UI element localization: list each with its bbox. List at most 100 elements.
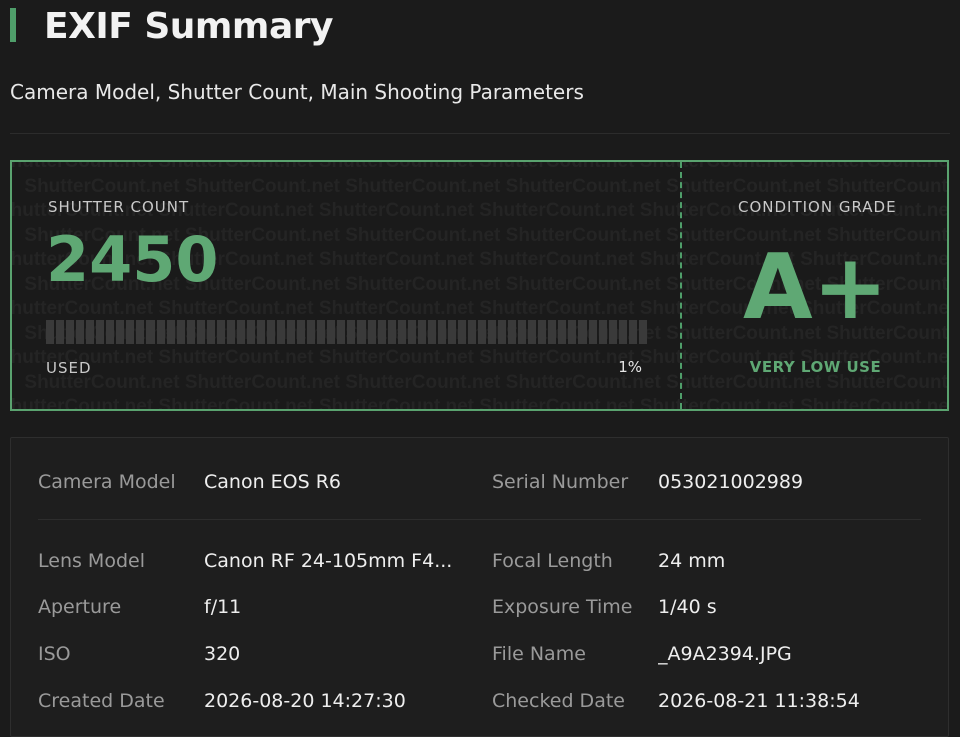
usage-tick bbox=[387, 320, 396, 344]
shutter-count-label: SHUTTER COUNT bbox=[48, 198, 190, 216]
usage-tick bbox=[367, 320, 376, 344]
detail-value: 2026-08-21 11:38:54 bbox=[658, 690, 860, 712]
detail-key: File Name bbox=[492, 643, 586, 665]
usage-tick bbox=[618, 320, 627, 344]
detail-value: Canon EOS R6 bbox=[204, 471, 342, 493]
usage-tick bbox=[256, 320, 266, 344]
usage-tick bbox=[518, 320, 527, 344]
detail-key: Lens Model bbox=[38, 550, 145, 572]
usage-tick bbox=[548, 320, 557, 344]
shutter-count-value: 2450 bbox=[46, 223, 219, 296]
usage-tick bbox=[106, 320, 115, 344]
usage-tick bbox=[186, 320, 195, 344]
usage-tick bbox=[578, 320, 587, 344]
detail-key: Exposure Time bbox=[492, 596, 633, 618]
detail-value: _A9A2394.JPG bbox=[658, 643, 792, 665]
usage-tick bbox=[598, 320, 607, 344]
detail-value: 320 bbox=[204, 643, 241, 665]
usage-tick bbox=[478, 320, 487, 344]
detail-value: 053021002989 bbox=[658, 471, 804, 493]
detail-key: Checked Date bbox=[492, 690, 625, 712]
usage-tick bbox=[307, 320, 316, 344]
usage-tick bbox=[608, 320, 617, 344]
detail-row: Lens Model Canon RF 24-105mm F4... Focal… bbox=[11, 546, 948, 576]
detail-value: Canon RF 24-105mm F4... bbox=[204, 550, 453, 572]
usage-tick bbox=[347, 320, 356, 344]
usage-tick bbox=[156, 320, 165, 344]
details-card: Camera Model Canon EOS R6 Serial Number … bbox=[10, 437, 949, 737]
detail-key: ISO bbox=[38, 643, 71, 665]
usage-tick bbox=[46, 320, 55, 344]
usage-tick bbox=[297, 320, 306, 344]
usage-tick bbox=[226, 320, 235, 344]
usage-tick bbox=[236, 320, 245, 344]
usage-tick bbox=[427, 320, 436, 344]
usage-tick bbox=[628, 320, 637, 344]
usage-tick bbox=[287, 320, 296, 344]
usage-tick bbox=[588, 320, 597, 344]
detail-value: f/11 bbox=[204, 596, 242, 618]
title-accent-bar bbox=[10, 8, 16, 42]
usage-tick bbox=[488, 320, 497, 344]
detail-value: 24 mm bbox=[658, 550, 726, 572]
detail-key: Camera Model bbox=[38, 471, 176, 493]
detail-row: Camera Model Canon EOS R6 Serial Number … bbox=[11, 467, 948, 497]
usage-tick bbox=[96, 320, 105, 344]
detail-row: Aperture f/11 Exposure Time 1/40 s bbox=[11, 592, 948, 622]
usage-tick bbox=[498, 320, 507, 344]
usage-tick bbox=[528, 320, 537, 344]
summary-card: ShutterCount.net ShutterCount.net Shutte… bbox=[10, 160, 949, 411]
detail-value: 2026-08-20 14:27:30 bbox=[204, 690, 406, 712]
usage-tick bbox=[66, 320, 75, 344]
usage-tick bbox=[76, 320, 85, 344]
usage-tick bbox=[267, 320, 276, 344]
condition-grade-label: CONDITION GRADE bbox=[738, 198, 897, 216]
usage-tick bbox=[277, 320, 286, 344]
header-divider bbox=[10, 133, 950, 134]
usage-tick bbox=[176, 320, 185, 344]
detail-key: Serial Number bbox=[492, 471, 629, 493]
page-title: EXIF Summary bbox=[44, 6, 333, 47]
usage-tick bbox=[327, 320, 336, 344]
usage-tick bbox=[538, 320, 547, 344]
usage-label: USED bbox=[46, 359, 92, 377]
usage-tick bbox=[146, 320, 155, 344]
usage-tick bbox=[317, 320, 326, 344]
usage-tick bbox=[357, 320, 366, 344]
detail-value: 1/40 s bbox=[658, 596, 717, 618]
usage-tick bbox=[337, 320, 346, 344]
usage-tick bbox=[447, 320, 456, 344]
detail-row: ISO 320 File Name _A9A2394.JPG bbox=[11, 639, 948, 669]
usage-tick bbox=[166, 320, 175, 344]
detail-row: Created Date 2026-08-20 14:27:30 Checked… bbox=[11, 686, 948, 716]
usage-bar bbox=[46, 320, 647, 344]
usage-tick bbox=[508, 320, 517, 344]
condition-grade-text: VERY LOW USE bbox=[749, 358, 882, 376]
usage-tick bbox=[417, 320, 426, 344]
detail-key: Focal Length bbox=[492, 550, 613, 572]
detail-divider bbox=[38, 519, 921, 520]
usage-tick bbox=[457, 320, 466, 344]
usage-tick bbox=[56, 320, 65, 344]
page-subtitle: Camera Model, Shutter Count, Main Shooti… bbox=[10, 80, 584, 104]
usage-tick bbox=[467, 320, 477, 344]
usage-tick bbox=[216, 320, 225, 344]
usage-tick bbox=[86, 320, 95, 344]
usage-tick bbox=[437, 320, 446, 344]
usage-tick bbox=[407, 320, 416, 344]
usage-tick bbox=[126, 320, 135, 344]
usage-tick bbox=[116, 320, 125, 344]
detail-key: Aperture bbox=[38, 596, 122, 618]
usage-tick bbox=[377, 320, 386, 344]
usage-tick bbox=[196, 320, 205, 344]
detail-key: Created Date bbox=[38, 690, 165, 712]
usage-tick bbox=[246, 320, 255, 344]
usage-tick bbox=[558, 320, 567, 344]
usage-tick bbox=[206, 320, 215, 344]
usage-percent: 1% bbox=[618, 358, 642, 376]
usage-tick bbox=[397, 320, 406, 344]
usage-tick bbox=[568, 320, 577, 344]
usage-tick bbox=[136, 320, 145, 344]
usage-tick bbox=[638, 320, 647, 344]
condition-grade-value: A+ bbox=[742, 235, 889, 340]
